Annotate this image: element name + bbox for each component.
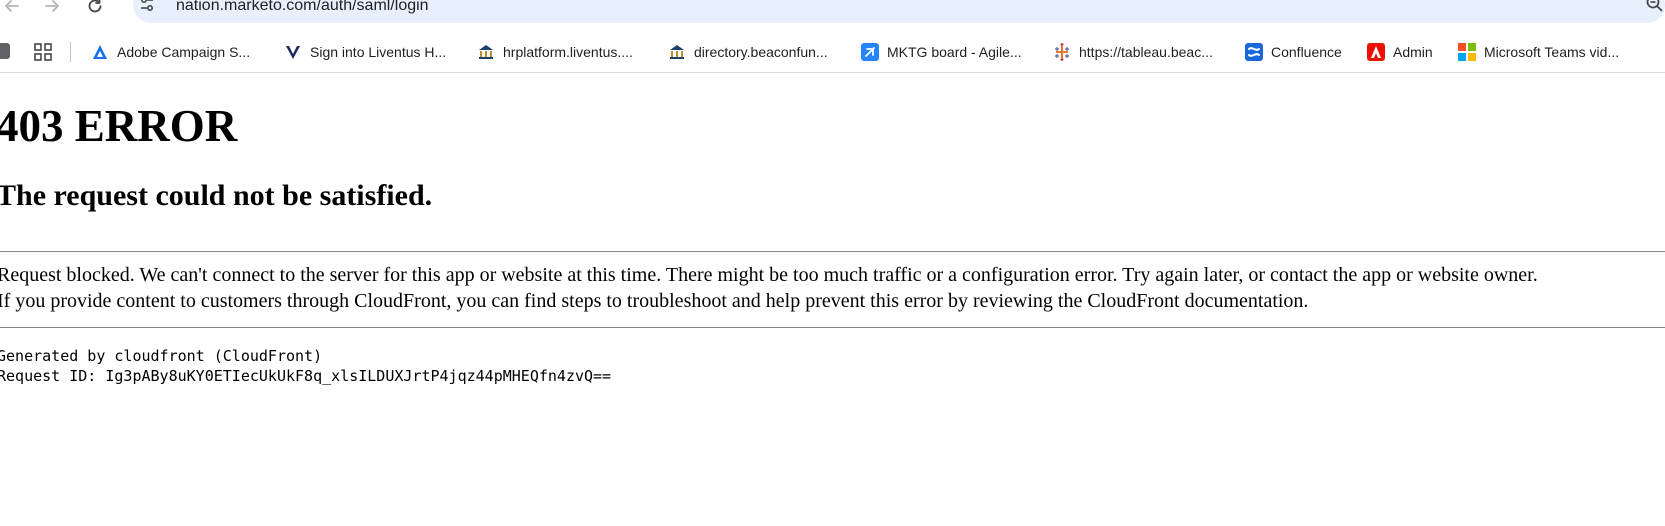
error-subtitle: The request could not be satisfied.: [0, 179, 433, 212]
adobe-campaign-icon: [91, 43, 109, 61]
bookmark-microsoft-teams[interactable]: Microsoft Teams vid...: [1458, 32, 1619, 72]
bookmark-liventus[interactable]: Sign into Liventus H...: [284, 32, 446, 72]
bookmark-admin[interactable]: Admin: [1367, 32, 1433, 72]
browser-toolbar: nation.marketo.com/auth/saml/login: [0, 0, 1665, 23]
request-id-text: Request ID: Ig3pABy8uKY0ETIecUkUkF8q_xls…: [0, 367, 612, 385]
confluence-icon: [1245, 43, 1263, 61]
forward-button[interactable]: [40, 0, 64, 18]
bookmark-label: Microsoft Teams vid...: [1484, 44, 1620, 60]
bookmark-label: MKTG board - Agile...: [887, 44, 1022, 60]
building-icon: [668, 43, 686, 61]
back-arrow-icon: [5, 0, 19, 12]
bookmarks-bar: Adobe Campaign S... Sign into Liventus H…: [0, 32, 1665, 73]
error-message-line: If you provide content to customers thro…: [0, 290, 1309, 312]
error-message-line: Request blocked. We can't connect to the…: [0, 264, 1538, 286]
forward-arrow-icon: [45, 0, 59, 12]
back-button[interactable]: [0, 0, 24, 18]
bookmark-label: Sign into Liventus H...: [310, 44, 447, 60]
building-icon: [477, 43, 495, 61]
bookmark-adobe-campaign[interactable]: Adobe Campaign S...: [91, 32, 250, 72]
divider: [0, 251, 1665, 252]
url-text[interactable]: nation.marketo.com/auth/saml/login: [176, 0, 429, 16]
tableau-icon: [1053, 43, 1071, 61]
bookmark-label: hrplatform.liventus....: [503, 44, 633, 60]
microsoft-icon: [1458, 43, 1476, 61]
divider: [0, 327, 1665, 328]
request-details: Generated by cloudfront (CloudFront) Requ…: [0, 346, 611, 386]
side-panel-icon[interactable]: [0, 43, 10, 59]
apps-shortcut[interactable]: [33, 42, 53, 62]
bookmark-label: Adobe Campaign S...: [117, 44, 251, 60]
zoom-button[interactable]: [1645, 0, 1665, 14]
liventus-icon: [284, 43, 302, 61]
bookmark-label: https://tableau.beac...: [1079, 44, 1213, 60]
bookmark-hrplatform[interactable]: hrplatform.liventus....: [477, 32, 633, 72]
bookmark-confluence[interactable]: Confluence: [1245, 32, 1342, 72]
bookmark-directory[interactable]: directory.beaconfun...: [668, 32, 828, 72]
jira-icon: [861, 43, 879, 61]
error-title: 403 ERROR: [0, 101, 238, 151]
tune-icon: [141, 0, 154, 12]
bookmark-tableau[interactable]: https://tableau.beac...: [1053, 32, 1213, 72]
error-message: Request blocked. We can't connect to the…: [0, 262, 1662, 314]
apps-grid-icon: [34, 43, 52, 61]
bookmarks-separator: [70, 42, 71, 62]
reload-button[interactable]: [83, 0, 107, 18]
adobe-admin-icon: [1367, 43, 1385, 61]
bookmark-label: directory.beaconfun...: [694, 44, 828, 60]
generated-by-text: Generated by cloudfront (CloudFront): [0, 347, 323, 365]
reload-icon: [88, 0, 102, 13]
bookmark-mktg-board[interactable]: MKTG board - Agile...: [861, 32, 1022, 72]
site-info-button[interactable]: [135, 0, 159, 16]
bookmark-label: Admin: [1393, 44, 1433, 60]
bookmark-label: Confluence: [1271, 44, 1342, 60]
zoom-icon: [1646, 0, 1663, 12]
